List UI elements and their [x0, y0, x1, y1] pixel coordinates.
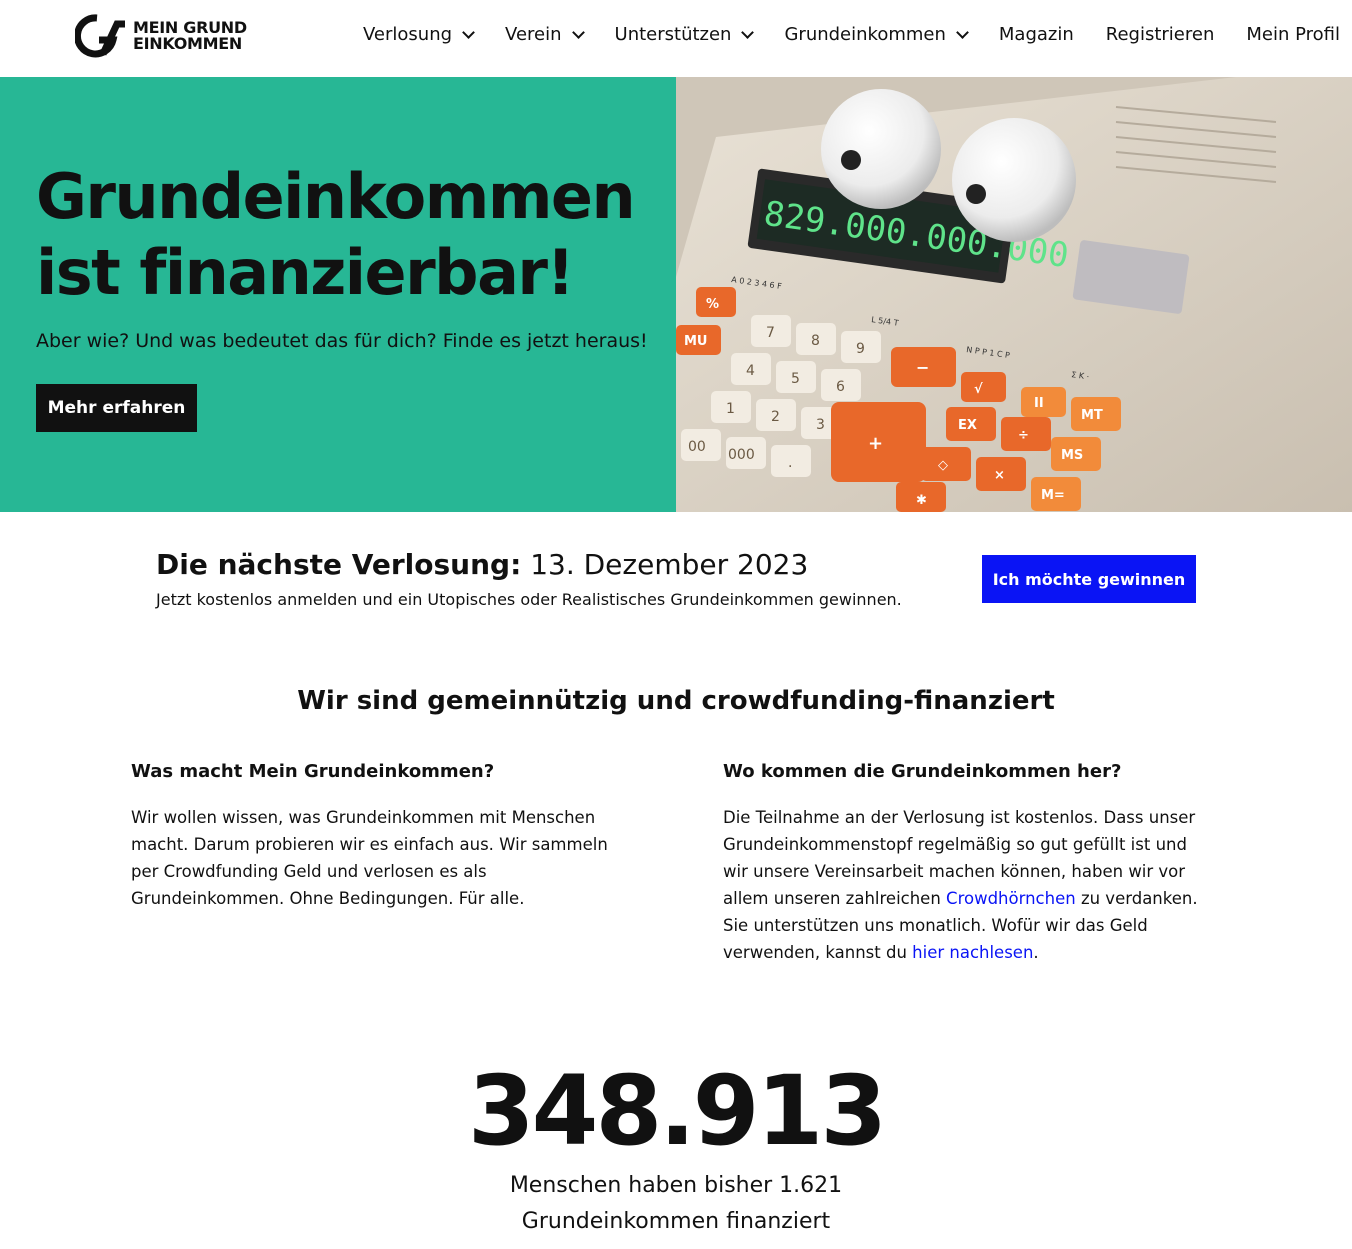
nav-label: Registrieren — [1105, 24, 1215, 45]
nav-label: Verlosung — [363, 24, 453, 45]
chevron-down-icon — [571, 25, 585, 39]
hero-image-calculator: 829.000.000.000 A 0 2 3 4 6 F L 5/4 T N … — [676, 77, 1352, 512]
hero-section: Grundeinkommen ist finanzierbar! Aber wi… — [0, 77, 1352, 512]
logo-g-icon — [75, 14, 125, 58]
key-label: ✱ — [916, 493, 927, 508]
googly-eye-right — [952, 118, 1076, 242]
supporters-caption-line-1: Menschen haben bisher 1.621 — [509, 1173, 843, 1198]
nav-item-grundeinkommen[interactable]: Grundeinkommen — [784, 24, 969, 45]
key-label: II — [1034, 396, 1044, 411]
supporters-caption: Menschen haben bisher 1.621 Grundeinkomm… — [0, 1168, 1352, 1240]
key-label: EX — [958, 418, 977, 433]
info-right-text: Die Teilnahme an der Verlosung ist koste… — [723, 804, 1203, 966]
key-label: MU — [684, 334, 708, 349]
info-left-heading: Was macht Mein Grundeinkommen? — [131, 761, 495, 782]
site-header: MEIN GRUND EINKOMMEN Verlosung Verein Un… — [0, 0, 1352, 77]
nav-label: Magazin — [998, 24, 1074, 45]
crowdhoernchen-link[interactable]: Crowdhörnchen — [946, 889, 1076, 908]
supporters-count: 348.913 — [467, 1055, 887, 1167]
chevron-down-icon — [462, 25, 475, 39]
key-label: + — [868, 433, 883, 454]
key-label: 1 — [726, 401, 735, 417]
nav-item-verlosung[interactable]: Verlosung — [363, 24, 475, 45]
hero-title: Grundeinkommen ist finanzierbar! — [36, 159, 656, 311]
key-label: − — [916, 358, 929, 377]
googly-eye-left — [821, 89, 941, 209]
chevron-down-icon — [741, 25, 755, 39]
key-label: 4 — [746, 363, 755, 379]
supporters-caption-line-2: Grundeinkommen finanziert — [521, 1209, 831, 1234]
key-label: √ — [974, 382, 983, 397]
ich-moechte-gewinnen-button[interactable]: Ich möchte gewinnen — [982, 555, 1196, 603]
key-label: 2 — [771, 409, 780, 425]
key-label: MT — [1081, 408, 1103, 423]
logo-line-2: EINKOMMEN — [133, 34, 243, 53]
chevron-down-icon — [956, 25, 969, 39]
info-section-title: Wir sind gemeinnützig und crowdfunding-f… — [297, 686, 1055, 716]
logo[interactable]: MEIN GRUND EINKOMMEN — [75, 14, 247, 58]
key-label: 9 — [856, 341, 865, 357]
hero-subtitle: Aber wie? Und was bedeutet das für dich?… — [36, 330, 648, 352]
key-label: M= — [1041, 488, 1065, 503]
key-label: × — [994, 468, 1005, 483]
next-lottery-subtitle: Jetzt kostenlos anmelden und ein Utopisc… — [156, 590, 902, 609]
key-label: . — [788, 455, 792, 471]
nav-item-verein[interactable]: Verein — [505, 24, 585, 45]
main-nav: Verlosung Verein Unterstützen Grundeinko… — [363, 24, 1340, 45]
key-label: 000 — [728, 447, 755, 463]
next-lottery-date: 13. Dezember 2023 — [530, 548, 809, 581]
nav-item-magazin[interactable]: Magazin — [999, 24, 1074, 45]
calculator-illustration: 829.000.000.000 A 0 2 3 4 6 F L 5/4 T N … — [676, 77, 1352, 512]
hier-nachlesen-link[interactable]: hier nachlesen — [912, 943, 1033, 962]
nav-label: Unterstützen — [614, 24, 732, 45]
nav-item-unterstuetzen[interactable]: Unterstützen — [614, 24, 755, 45]
key-label: MS — [1061, 448, 1083, 463]
hero-text-panel: Grundeinkommen ist finanzierbar! Aber wi… — [0, 77, 676, 512]
nav-label: Grundeinkommen — [784, 24, 946, 45]
nav-item-registrieren[interactable]: Registrieren — [1106, 24, 1215, 45]
key-label: 6 — [836, 379, 845, 395]
hero-title-line-2: ist finanzierbar! — [36, 236, 575, 309]
logo-text: MEIN GRUND EINKOMMEN — [133, 20, 247, 52]
key-label: 00 — [688, 439, 706, 455]
mehr-erfahren-button[interactable]: Mehr erfahren — [36, 384, 197, 432]
nav-label: Verein — [505, 24, 562, 45]
key-label: % — [706, 297, 719, 312]
key-label: 7 — [766, 325, 775, 341]
key-label: 5 — [791, 371, 800, 387]
key-label: ÷ — [1018, 428, 1029, 443]
hero-title-line-1: Grundeinkommen — [36, 160, 636, 233]
nav-label: Mein Profil — [1246, 24, 1341, 45]
info-column-right: Wo kommen die Grundeinkommen her? Die Te… — [723, 761, 1203, 966]
info-right-text-part: . — [1033, 943, 1039, 962]
info-column-left: Was macht Mein Grundeinkommen? Wir wolle… — [131, 761, 621, 912]
key-label: ◇ — [938, 458, 948, 473]
info-right-heading: Wo kommen die Grundeinkommen her? — [723, 761, 1122, 782]
key-label: 8 — [811, 333, 820, 349]
next-lottery-heading: Die nächste Verlosung: 13. Dezember 2023 — [156, 548, 808, 581]
key-label: 3 — [816, 417, 825, 433]
next-lottery-label: Die nächste Verlosung: — [156, 548, 522, 581]
info-left-text: Wir wollen wissen, was Grundeinkommen mi… — [131, 808, 608, 908]
nav-item-mein-profil[interactable]: Mein Profil — [1246, 24, 1340, 45]
